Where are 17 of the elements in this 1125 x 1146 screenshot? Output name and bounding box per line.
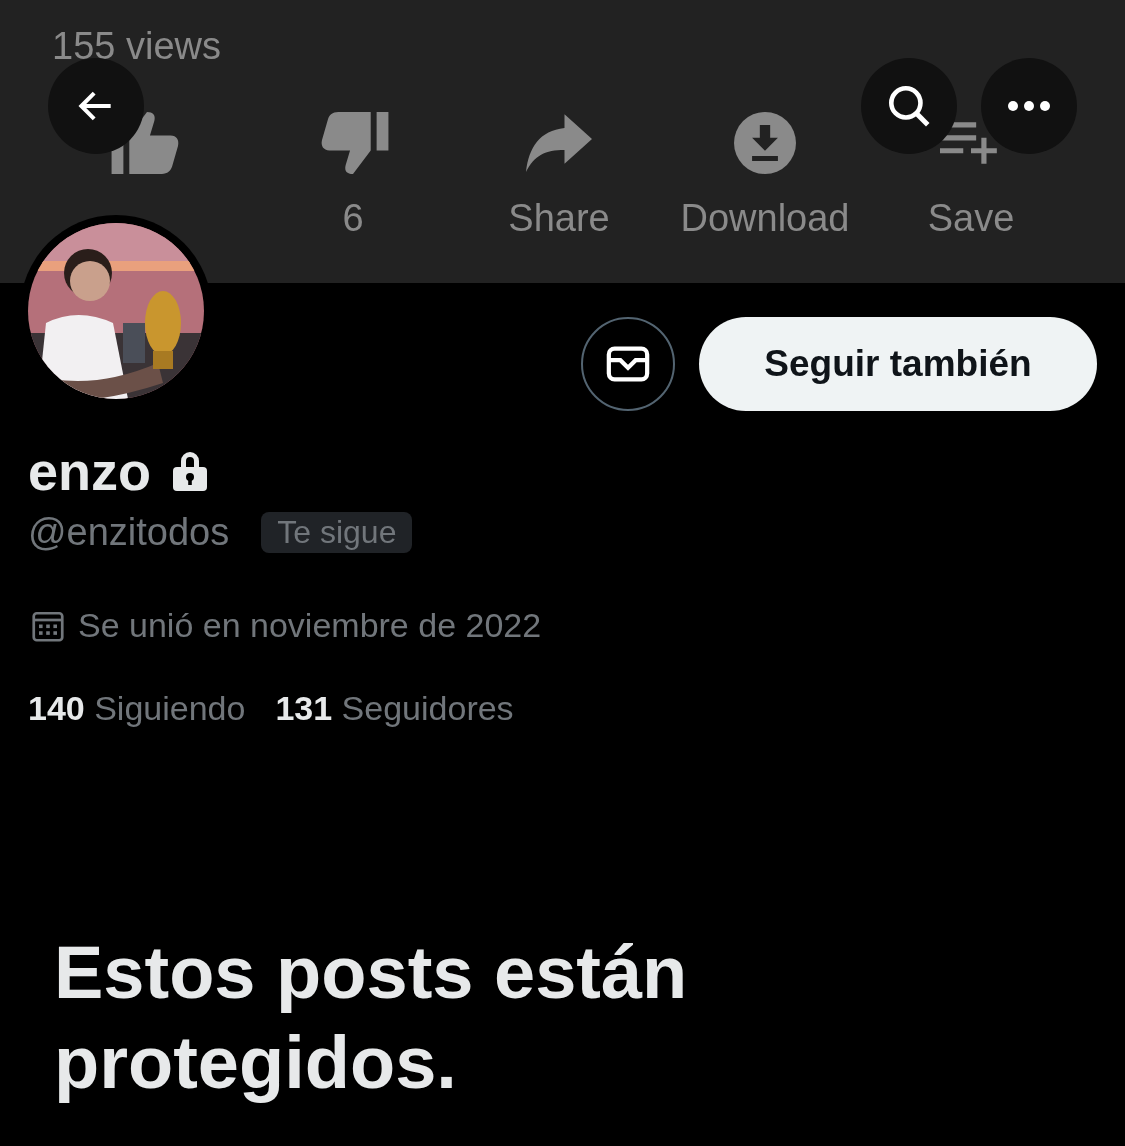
follows-you-badge: Te sigue	[261, 512, 413, 553]
view-count: 155 views	[52, 24, 222, 68]
profile-name: enzo	[28, 440, 151, 503]
envelope-icon	[605, 344, 651, 384]
action-label: Share	[508, 196, 610, 240]
action-label: Download	[680, 196, 850, 240]
join-date: Se unió en noviembre de 2022	[78, 606, 542, 645]
profile-handle: @enzitodos	[28, 511, 230, 554]
action-label: 6	[342, 196, 364, 240]
protected-heading: Estos posts están protegidos.	[54, 930, 689, 1106]
follow-stat-link[interactable]: 131 Seguidores	[275, 689, 514, 728]
follow-button[interactable]: Seguir también	[699, 317, 1097, 411]
download-icon	[734, 112, 796, 174]
follow-stat-link[interactable]: 140 Siguiendo	[28, 689, 246, 728]
share-icon	[526, 112, 592, 174]
action-label: Save	[927, 196, 1015, 240]
more-icon	[1007, 100, 1051, 112]
